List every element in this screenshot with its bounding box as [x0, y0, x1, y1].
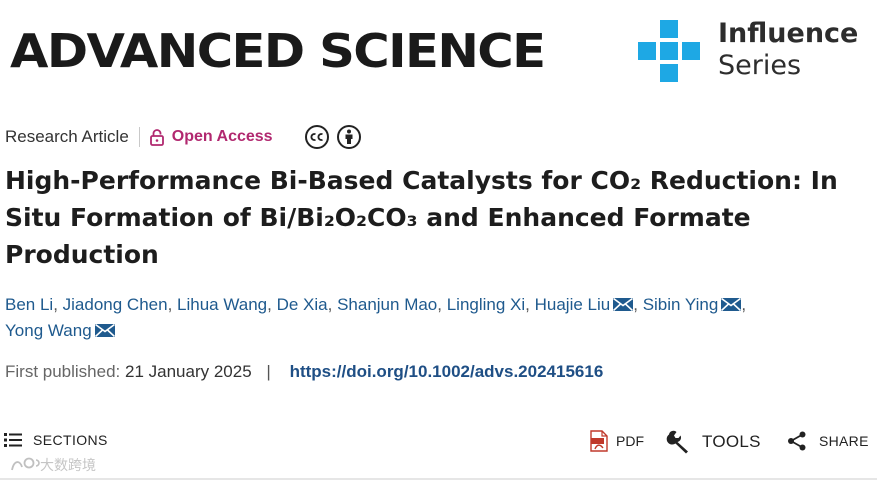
author-link[interactable]: Lingling Xi	[447, 295, 525, 314]
author-link[interactable]: Huajie Liu	[535, 295, 634, 314]
tools-label: TOOLS	[702, 432, 761, 451]
watermark: 大数跨境	[10, 455, 96, 475]
attribution-icon[interactable]	[336, 125, 361, 149]
author-link[interactable]: Sibin Ying	[643, 295, 742, 314]
sections-button[interactable]: SECTIONS	[4, 432, 108, 448]
title-line-3: Production	[5, 240, 159, 269]
publication-separator: |	[266, 362, 271, 381]
title-line-2: Situ Formation of Bi/Bi₂O₂CO₃ and Enhanc…	[5, 203, 751, 232]
author-link[interactable]: De Xia	[277, 295, 328, 314]
article-toolbar: SECTIONS PDF TOOLS SHARE	[0, 426, 877, 466]
lock-open-icon	[149, 128, 164, 146]
author-link[interactable]: Shanjun Mao	[337, 295, 437, 314]
author-link[interactable]: Lihua Wang	[177, 295, 267, 314]
article-type-label: Research Article	[5, 127, 129, 146]
pdf-label: PDF	[616, 433, 644, 449]
author-link[interactable]: Ben Li	[5, 295, 53, 314]
journal-logo[interactable]: ADVANCED SCIENCE	[10, 24, 546, 78]
pdf-file-icon	[590, 430, 608, 452]
email-icon[interactable]	[613, 298, 634, 311]
article-title: High-Performance Bi-Based Catalysts for …	[5, 162, 865, 273]
publication-info: First published: 21 January 2025 | https…	[5, 362, 603, 382]
article-meta-row: Research Article Open Access	[5, 124, 361, 150]
share-label: SHARE	[819, 433, 869, 449]
title-line-1: High-Performance Bi-Based Catalysts for …	[5, 166, 838, 195]
license-icons[interactable]	[304, 125, 361, 149]
email-icon[interactable]	[721, 298, 742, 311]
watermark-logo-icon	[11, 457, 40, 471]
tools-button[interactable]: TOOLS	[666, 430, 761, 454]
author-list: Ben Li, Jiadong Chen, Lihua Wang, De Xia…	[5, 295, 747, 340]
series-logo-line1: Influence	[718, 18, 859, 49]
watermark-text: 大数跨境	[40, 458, 96, 474]
bottom-divider	[0, 478, 877, 480]
share-icon	[788, 431, 806, 451]
influence-series-logo: Influence Series	[638, 18, 858, 84]
pdf-button[interactable]: PDF	[590, 430, 644, 452]
author-link[interactable]: Yong Wang	[5, 321, 115, 340]
list-icon	[4, 433, 22, 447]
email-icon[interactable]	[94, 324, 115, 337]
cc-icon[interactable]	[304, 125, 329, 149]
author-link[interactable]: Jiadong Chen	[63, 295, 168, 314]
cross-grid-logo-icon	[638, 20, 700, 82]
meta-divider	[138, 127, 140, 147]
series-logo-line2: Series	[718, 50, 802, 81]
doi-link[interactable]: https://doi.org/10.1002/advs.202415616	[290, 362, 604, 381]
wrench-icon	[666, 430, 688, 454]
sections-label: SECTIONS	[33, 432, 108, 448]
share-button[interactable]: SHARE	[787, 431, 869, 451]
publication-date: 21 January 2025	[125, 362, 252, 381]
first-published-label: First published:	[5, 362, 121, 381]
open-access-badge[interactable]: Open Access	[172, 128, 273, 146]
